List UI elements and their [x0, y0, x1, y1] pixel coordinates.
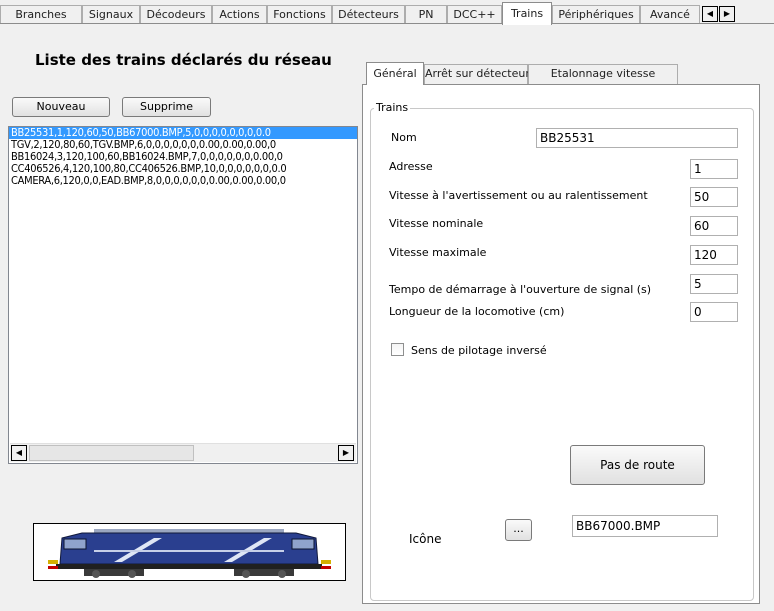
tab-dccpp[interactable]: DCC++ [447, 5, 502, 24]
browse-icon-button[interactable]: ... [505, 519, 532, 541]
new-train-button[interactable]: Nouveau [12, 97, 110, 117]
scroll-left-arrow-icon[interactable]: ◀ [11, 445, 27, 461]
sens-pilotage-checkbox[interactable] [391, 343, 404, 356]
tab-arret-sur-detecteurs[interactable]: Arrêt sur détecteurs [424, 64, 536, 84]
icone-field[interactable]: BB67000.BMP [572, 515, 718, 537]
tab-scroll-left-button[interactable]: ◀ [702, 6, 718, 22]
locomotive-image [33, 523, 346, 581]
nom-field[interactable]: BB25531 [536, 128, 738, 148]
tab-avance[interactable]: Avancé [640, 5, 700, 24]
vitesse-nominale-field[interactable]: 60 [690, 216, 738, 236]
vitesse-maximale-field[interactable]: 120 [690, 245, 738, 265]
list-horizontal-scrollbar[interactable]: ◀ ▶ [10, 443, 356, 462]
longueur-locomotive-field[interactable]: 0 [690, 302, 738, 322]
tab-fonctions[interactable]: Fonctions [267, 5, 332, 24]
tab-signaux[interactable]: Signaux [82, 5, 140, 24]
train-listbox[interactable]: BB25531,1,120,60,50,BB67000.BMP,5,0,0,0,… [8, 126, 358, 464]
trains-group-label: Trains [374, 101, 411, 114]
list-item[interactable]: BB16024,3,120,100,60,BB16024.BMP,7,0,0,0… [9, 151, 357, 163]
pas-de-route-button[interactable]: Pas de route [570, 445, 705, 485]
locomotive-icon [34, 524, 345, 580]
train-list-title: Liste des trains déclarés du réseau [35, 51, 332, 69]
list-item[interactable]: TGV,2,120,80,60,TGV.BMP,6,0,0,0,0,0,0,0.… [9, 139, 357, 151]
main-tab-bar: Branches Signaux Décodeurs Actions Fonct… [0, 0, 774, 25]
longueur-locomotive-label: Longueur de la locomotive (cm) [389, 305, 565, 318]
scroll-right-arrow-icon[interactable]: ▶ [338, 445, 354, 461]
adresse-field[interactable]: 1 [690, 159, 738, 179]
icone-label: Icône [409, 532, 442, 546]
list-item[interactable]: CC406526,4,120,100,80,CC406526.BMP,10,0,… [9, 163, 357, 175]
vitesse-maximale-label: Vitesse maximale [389, 246, 487, 259]
tab-actions[interactable]: Actions [212, 5, 267, 24]
delete-train-button[interactable]: Supprime [122, 97, 211, 117]
vitesse-nominale-label: Vitesse nominale [389, 217, 484, 230]
tab-scroll-right-button[interactable]: ▶ [719, 6, 735, 22]
tab-general[interactable]: Général [366, 62, 424, 85]
sens-pilotage-label[interactable]: Sens de pilotage inversé [411, 344, 547, 357]
list-item[interactable]: BB25531,1,120,60,50,BB67000.BMP,5,0,0,0,… [9, 127, 357, 139]
tab-peripheriques[interactable]: Périphériques [552, 5, 640, 24]
list-item[interactable]: CAMERA,6,120,0,0,EAD.BMP,8,0,0,0,0,0,0,0… [9, 175, 357, 187]
tab-pn[interactable]: PN [405, 5, 447, 24]
tempo-demarrage-field[interactable]: 5 [690, 274, 738, 294]
nom-label: Nom [391, 131, 417, 144]
tab-etalonnage-vitesse[interactable]: Etalonnage vitesse [528, 64, 678, 84]
scroll-thumb[interactable] [29, 445, 194, 461]
tempo-demarrage-label: Tempo de démarrage à l'ouverture de sign… [389, 283, 652, 296]
vitesse-avertissement-label: Vitesse à l'avertissement ou au ralentis… [389, 189, 648, 202]
tab-detecteurs[interactable]: Détecteurs [332, 5, 405, 24]
adresse-label: Adresse [389, 160, 433, 173]
vitesse-avertissement-field[interactable]: 50 [690, 187, 738, 207]
tab-branches[interactable]: Branches [0, 5, 82, 24]
tab-decodeurs[interactable]: Décodeurs [140, 5, 212, 24]
tab-trains[interactable]: Trains [502, 2, 552, 25]
